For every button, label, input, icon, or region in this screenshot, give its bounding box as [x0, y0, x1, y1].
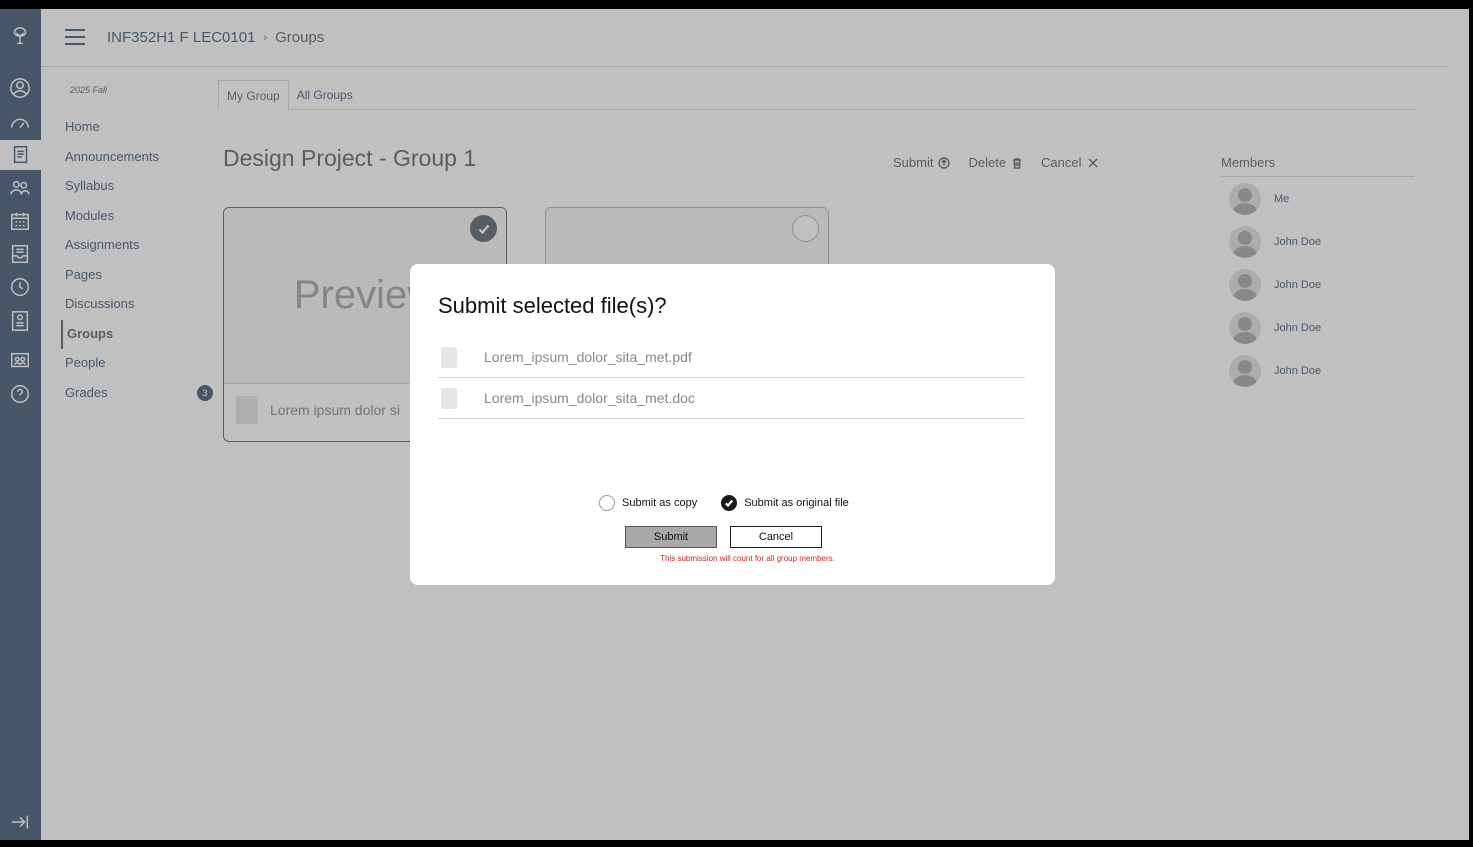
dialog-file-row: Lorem_ipsum_dolor_sita_met.doc	[438, 378, 1025, 419]
checkmark-icon	[725, 499, 734, 508]
submit-as-original-option[interactable]: Submit as original file	[721, 495, 849, 511]
dialog-file-name: Lorem_ipsum_dolor_sita_met.doc	[484, 390, 695, 406]
dialog-title: Submit selected file(s)?	[438, 293, 667, 318]
dialog-file-name: Lorem_ipsum_dolor_sita_met.pdf	[484, 349, 692, 365]
dialog-file-row: Lorem_ipsum_dolor_sita_met.pdf	[438, 337, 1025, 378]
submit-as-copy-label: Submit as copy	[622, 497, 698, 509]
dialog-buttons: Submit Cancel	[625, 526, 822, 548]
submission-options: Submit as copy Submit as original file	[599, 495, 849, 511]
dialog-submit-button[interactable]: Submit	[625, 526, 717, 548]
app-frame: INF352H1 F LEC0101 › Groups 2025 Fall Ho…	[0, 9, 1469, 840]
doc-file-icon	[441, 387, 457, 409]
submit-as-copy-option[interactable]: Submit as copy	[599, 495, 697, 511]
submit-dialog: Submit selected file(s)? Lorem_ipsum_dol…	[410, 264, 1055, 585]
submit-as-original-label: Submit as original file	[744, 497, 849, 509]
pdf-file-icon	[441, 346, 457, 368]
dialog-warning-note: This submission will count for all group…	[660, 554, 835, 563]
dialog-cancel-button[interactable]: Cancel	[730, 526, 822, 548]
submit-as-original-radio[interactable]	[721, 495, 738, 511]
submit-as-copy-radio[interactable]	[599, 495, 615, 511]
